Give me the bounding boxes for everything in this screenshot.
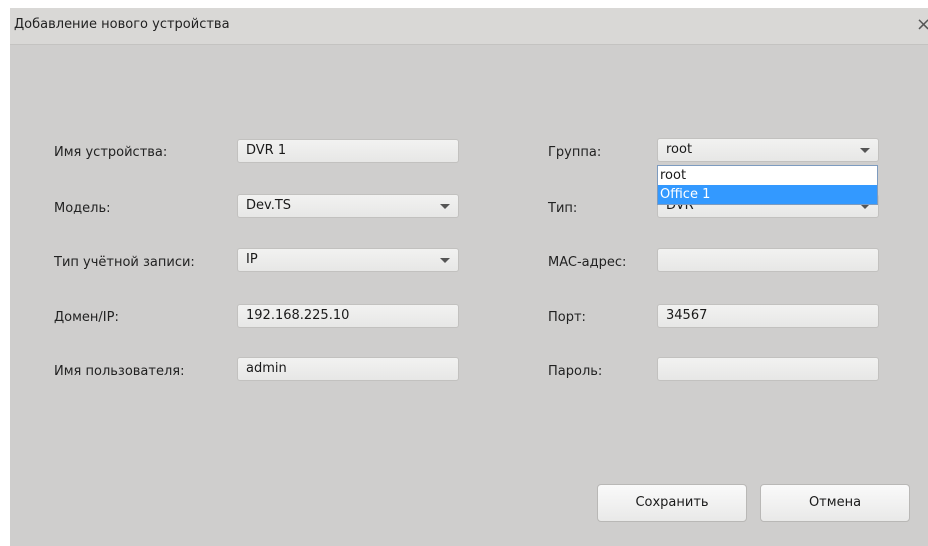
mac-label: MAC-адрес: — [548, 255, 627, 270]
domain-ip-field[interactable]: 192.168.225.10 — [237, 304, 459, 328]
username-label: Имя пользователя: — [54, 364, 185, 379]
account-type-select-value: IP — [246, 252, 258, 267]
account-type-label: Тип учётной записи: — [54, 255, 195, 270]
chevron-down-icon — [440, 258, 450, 263]
password-label: Пароль: — [548, 364, 603, 379]
chevron-down-icon — [440, 204, 450, 209]
dialog-title: Добавление нового устройства — [14, 17, 230, 32]
type-label: Тип: — [548, 201, 578, 216]
chevron-down-icon — [860, 148, 870, 153]
title-bar[interactable]: Добавление нового устройства × — [10, 8, 928, 45]
close-icon[interactable]: × — [916, 13, 928, 37]
group-select-value: root — [666, 142, 693, 157]
add-device-dialog: Добавление нового устройства × Имя устро… — [10, 8, 928, 546]
save-button[interactable]: Сохранить — [597, 484, 747, 522]
group-option-office-1[interactable]: Office 1 — [658, 185, 877, 204]
cancel-button[interactable]: Отмена — [760, 484, 910, 522]
group-select[interactable]: root — [657, 138, 879, 162]
mac-field[interactable] — [657, 248, 879, 272]
account-type-select[interactable]: IP — [237, 248, 459, 272]
group-option-root[interactable]: root — [658, 166, 877, 185]
domain-ip-label: Домен/IP: — [54, 310, 119, 325]
port-field[interactable]: 34567 — [657, 304, 879, 328]
username-field[interactable]: admin — [237, 357, 459, 381]
group-label: Группа: — [548, 145, 602, 160]
device-name-label: Имя устройства: — [54, 145, 168, 160]
password-field[interactable] — [657, 357, 879, 381]
device-name-field[interactable]: DVR 1 — [237, 139, 459, 163]
model-label: Модель: — [54, 201, 111, 216]
group-dropdown-list: root Office 1 — [657, 165, 878, 205]
port-label: Порт: — [548, 310, 586, 325]
model-select[interactable]: Dev.TS — [237, 194, 459, 218]
model-select-value: Dev.TS — [246, 198, 292, 213]
